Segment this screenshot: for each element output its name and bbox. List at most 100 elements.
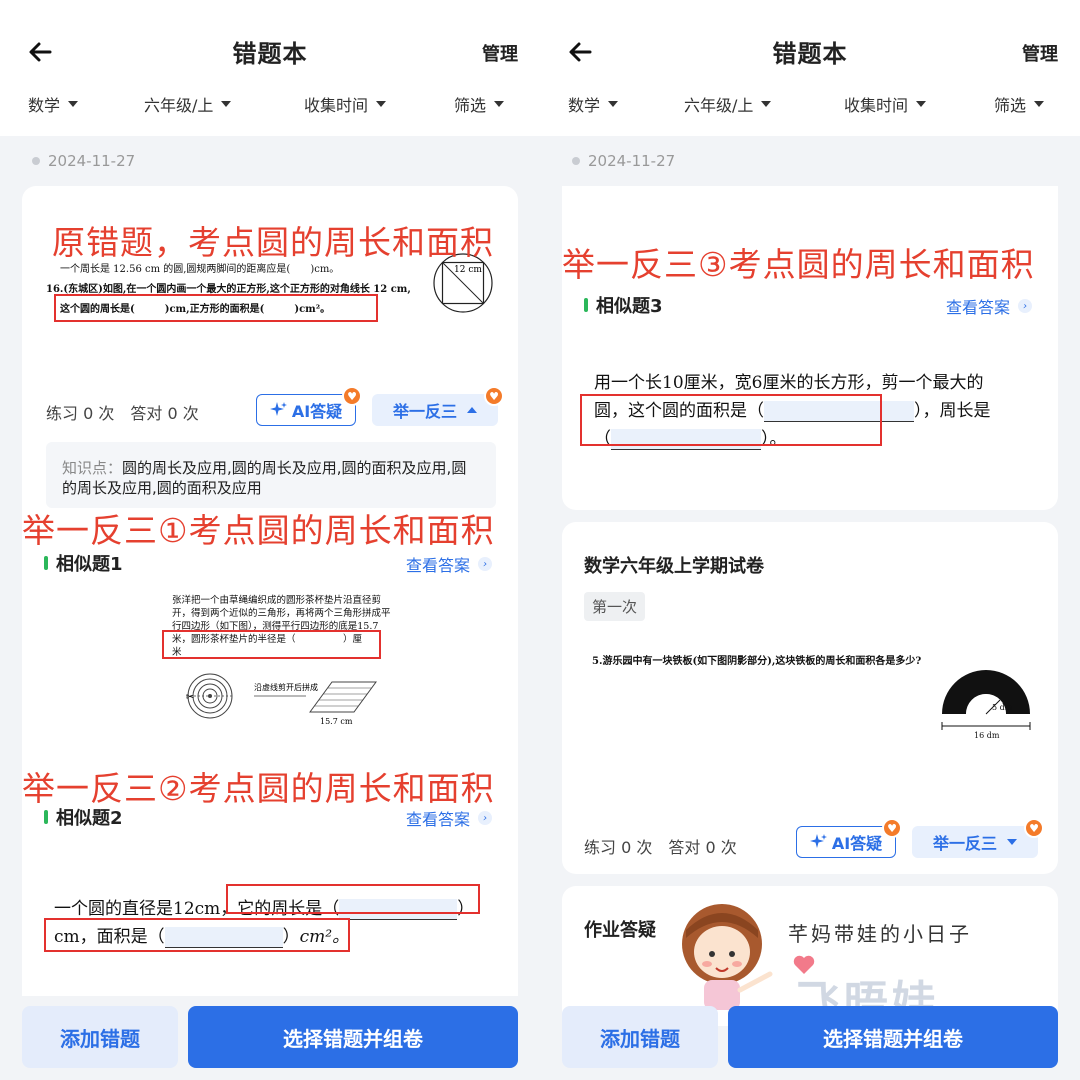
paper-question-text: 5.游乐园中有一块铁板(如下图阴影部分),这块铁板的周长和面积各是多少? xyxy=(592,656,922,667)
similar-questions-toggle[interactable]: 举一反三 xyxy=(372,394,498,426)
add-mistake-button[interactable]: 添加错题 xyxy=(562,1006,718,1068)
view-answer-3[interactable]: 查看答案 › xyxy=(946,294,1033,318)
top-bar: 错题本 管理 数学 六年级/上 收集时间 筛选 xyxy=(0,0,540,136)
vip-heart-icon: ♥ xyxy=(1024,818,1044,838)
marker-bar xyxy=(44,556,48,570)
coaster-figure: ✂ 沿虚线剪开后拼成 15.7 cm xyxy=(186,673,377,726)
bottom-action-bar: 添加错题 选择错题并组卷 xyxy=(0,996,540,1080)
paper-fig-width: 16 dm xyxy=(974,731,1000,740)
filter-more-label: 筛选 xyxy=(454,96,487,115)
chevron-down-icon xyxy=(221,101,232,107)
sim1-fig-label: 沿虚线剪开后拼成 xyxy=(254,682,318,692)
similar-1-header: 相似题1 xyxy=(44,550,123,576)
highlight-box xyxy=(54,294,378,322)
practice-stats: 练习 0 次 答对 0 次 xyxy=(584,838,737,857)
compose-paper-button[interactable]: 选择错题并组卷 xyxy=(728,1006,1058,1068)
annotation-similar-3: 举一反三③考点圆的周长和面积 xyxy=(562,245,1035,284)
manage-button[interactable]: 管理 xyxy=(1022,40,1058,66)
page-title: 错题本 xyxy=(772,40,848,68)
sim3-text: ），周长是 xyxy=(914,401,991,421)
sim1-line: 张洋把一个由草绳编织成的圆形茶杯垫片沿直径剪 xyxy=(172,595,382,606)
sim1-line: 开，得到两个近似的三角形，再将两个三角形拼成平 xyxy=(172,608,391,619)
filter-time-label: 收集时间 xyxy=(304,96,369,115)
filter-subject[interactable]: 数学 xyxy=(568,92,619,116)
chevron-right-icon: › xyxy=(1018,299,1033,313)
orig-fig-label: 12 cm xyxy=(454,265,482,275)
filter-subject[interactable]: 数学 xyxy=(28,92,79,116)
filter-bar: 数学 六年级/上 收集时间 筛选 xyxy=(540,92,1080,126)
date-group: 2024-11-27 xyxy=(32,152,135,170)
sparkle-icon xyxy=(269,402,287,416)
paper-title: 数学六年级上学期试卷 xyxy=(584,556,764,577)
manage-button[interactable]: 管理 xyxy=(482,40,518,66)
view-answer-label: 查看答案 xyxy=(946,298,1011,317)
paper-card[interactable]: 数学六年级上学期试卷 第一次 5.游乐园中有一块铁板(如下图阴影部分),这块铁板… xyxy=(562,522,1058,874)
paper-tag: 第一次 xyxy=(584,592,646,621)
view-answer-1[interactable]: 查看答案 › xyxy=(406,552,493,576)
filter-grade-label: 六年级/上 xyxy=(684,96,754,115)
similar-2-image: 一个圆的直径是12cm，它的周长是（ ） cm，面积是（ ）cm²。 xyxy=(46,840,496,990)
vip-heart-icon: ♥ xyxy=(882,818,902,838)
similar-questions-label: 举一反三 xyxy=(932,834,997,853)
similar-3-header: 相似题3 xyxy=(584,292,663,318)
top-bar: 错题本 管理 数学 六年级/上 收集时间 筛选 xyxy=(540,0,1080,136)
add-mistake-button[interactable]: 添加错题 xyxy=(22,1006,178,1068)
annotation-similar-1: 举一反三①考点圆的周长和面积 xyxy=(22,511,495,550)
sim3-line1: 用一个长10厘米，宽6厘米的长方形，剪一个最大的 xyxy=(594,373,984,393)
watermark-text: 芊妈带娃的小日子 xyxy=(788,922,972,946)
semicircle-ring-figure: 5 dm 16 dm xyxy=(941,670,1031,740)
annotation-original: 原错题，考点圆的周长和面积 xyxy=(52,223,494,262)
svg-text:✂: ✂ xyxy=(186,692,194,703)
filter-grade[interactable]: 六年级/上 xyxy=(144,92,232,116)
filter-subject-label: 数学 xyxy=(568,96,601,115)
filter-time[interactable]: 收集时间 xyxy=(844,92,927,116)
knowledge-label: 知识点： xyxy=(62,459,123,477)
view-answer-label: 查看答案 xyxy=(406,556,471,575)
vip-heart-icon: ♥ xyxy=(342,386,362,406)
filter-more[interactable]: 筛选 xyxy=(454,92,505,116)
highlight-box xyxy=(226,884,480,914)
ai-answer-button[interactable]: AI答疑 xyxy=(256,394,356,426)
compose-paper-button[interactable]: 选择错题并组卷 xyxy=(188,1006,518,1068)
ai-answer-label: AI答疑 xyxy=(291,402,343,421)
knowledge-text: 圆的周长及应用,圆的周长及应用,圆的面积及应用,圆的周长及应用,圆的面积及应用 xyxy=(62,459,467,497)
chevron-down-icon xyxy=(608,101,619,107)
knowledge-points: 知识点：圆的周长及应用,圆的周长及应用,圆的面积及应用,圆的周长及应用,圆的面积… xyxy=(46,442,496,508)
right-screen: 错题本 管理 数学 六年级/上 收集时间 筛选 2024-11-27 相似题3 … xyxy=(540,0,1080,1080)
chevron-right-icon: › xyxy=(478,811,493,825)
bottom-action-bar: 添加错题 选择错题并组卷 xyxy=(540,996,1080,1080)
date-group: 2024-11-27 xyxy=(572,152,675,170)
similar-3-title: 相似题3 xyxy=(596,296,663,317)
marker-bar xyxy=(44,810,48,824)
homework-title: 作业答疑 xyxy=(584,920,656,941)
paper-fig-radius: 5 dm xyxy=(992,703,1013,712)
timeline-dot-icon xyxy=(572,157,580,165)
similar-questions-toggle[interactable]: 举一反三 xyxy=(912,826,1038,858)
marker-bar xyxy=(584,298,588,312)
filter-time-label: 收集时间 xyxy=(844,96,909,115)
filter-more[interactable]: 筛选 xyxy=(994,92,1045,116)
paper-question-image: 5.游乐园中有一块铁板(如下图阴影部分),这块铁板的周长和面积各是多少? 5 d… xyxy=(586,642,1036,802)
chevron-down-icon xyxy=(68,101,79,107)
date-label: 2024-11-27 xyxy=(48,152,136,170)
filter-grade[interactable]: 六年级/上 xyxy=(684,92,772,116)
filter-subject-label: 数学 xyxy=(28,96,61,115)
filter-bar: 数学 六年级/上 收集时间 筛选 xyxy=(0,92,540,126)
chevron-down-icon xyxy=(1007,839,1017,845)
annotation-similar-2: 举一反三②考点圆的周长和面积 xyxy=(22,769,495,808)
chevron-down-icon xyxy=(761,101,772,107)
ai-answer-label: AI答疑 xyxy=(831,834,883,853)
sparkle-icon xyxy=(809,834,827,848)
filter-grade-label: 六年级/上 xyxy=(144,96,214,115)
chevron-down-icon xyxy=(494,101,505,107)
practice-stats: 练习 0 次 答对 0 次 xyxy=(46,404,199,423)
highlight-box xyxy=(162,630,381,659)
highlight-box xyxy=(44,918,350,952)
left-screen: 错题本 管理 数学 六年级/上 收集时间 筛选 2024-11-27 一个周长是… xyxy=(0,0,540,1080)
similar-1-image: 张洋把一个由草绳编织成的圆形茶杯垫片沿直径剪 开，得到两个近似的三角形，再将两个… xyxy=(46,586,496,738)
vip-heart-icon: ♥ xyxy=(484,386,504,406)
chevron-down-icon xyxy=(376,101,387,107)
ai-answer-button[interactable]: AI答疑 xyxy=(796,826,896,858)
filter-time[interactable]: 收集时间 xyxy=(304,92,387,116)
mistake-card[interactable]: 相似题3 查看答案 › 用一个长10厘米，宽6厘米的长方形，剪一个最大的 圆，这个… xyxy=(562,186,1058,510)
